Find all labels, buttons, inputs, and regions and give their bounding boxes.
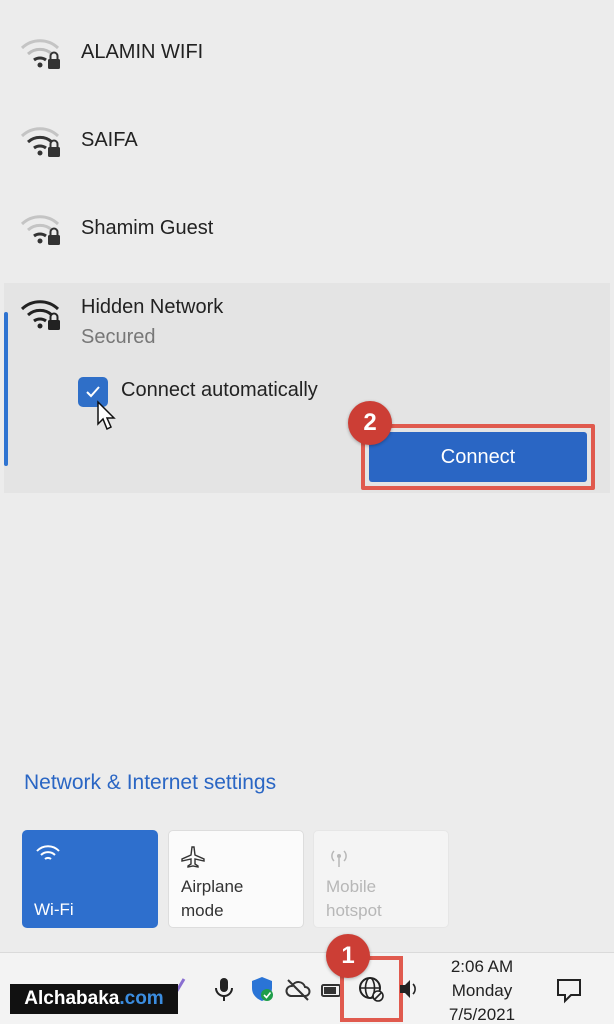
security-shield-icon[interactable] (248, 975, 276, 1003)
step-badge-1: 1 (326, 934, 370, 978)
mouse-cursor-icon (97, 400, 116, 431)
notification-center-icon[interactable] (554, 976, 584, 1004)
selection-indicator (4, 312, 8, 466)
brand-name: Alchabaka (24, 988, 120, 1009)
network-internet-settings-link[interactable]: Network & Internet settings (24, 771, 276, 795)
mobile-hotspot-tile: Mobile hotspot (313, 830, 449, 928)
hotspot-icon (331, 850, 347, 867)
airplane-mode-tile[interactable]: Airplane mode (168, 830, 304, 928)
wifi-lock-icon (20, 39, 60, 69)
network-name: ALAMIN WIFI (81, 40, 204, 63)
airplane-tile-label-line2: mode (181, 901, 224, 920)
airplane-tile-label-line1: Airplane (181, 877, 244, 896)
watermark-brand: Alchabaka .com (10, 984, 178, 1014)
clock-date: 7/5/2021 (448, 1005, 516, 1024)
hotspot-tile-label-line2: hotspot (326, 901, 382, 920)
globe-network-icon[interactable] (357, 975, 385, 1003)
wifi-lock-icon (20, 300, 60, 330)
wifi-lock-icon (20, 127, 60, 157)
clock-day: Monday (451, 981, 513, 1000)
connect-automatically-label[interactable]: Connect automatically (121, 379, 318, 402)
wifi-tile-label: Wi-Fi (34, 900, 74, 919)
step-badge-2: 2 (348, 401, 392, 445)
brand-tld: .com (119, 988, 164, 1009)
wifi-lock-icon (20, 215, 60, 245)
network-item-shamim-guest[interactable]: Shamim Guest (0, 192, 614, 264)
wifi-toggle-tile[interactable]: Wi-Fi (22, 830, 158, 928)
checkmark-icon (86, 386, 100, 398)
cloud-offline-icon[interactable] (284, 975, 312, 1003)
network-item-saifa[interactable]: SAIFA (0, 104, 614, 176)
airplane-icon (181, 846, 205, 868)
network-flyout: ALAMIN WIFI SAIFA Shamim Guest Hidden Ne… (0, 0, 614, 952)
network-name: Shamim Guest (81, 216, 214, 239)
hotspot-tile-label-line1: Mobile (326, 877, 377, 896)
speaker-icon[interactable] (397, 975, 419, 1003)
connect-button[interactable]: Connect (369, 432, 587, 482)
network-name: SAIFA (81, 128, 138, 151)
network-item-alamin-wifi[interactable]: ALAMIN WIFI (0, 16, 614, 88)
taskbar-clock[interactable]: 2:06 AM Monday 7/5/2021 (436, 955, 528, 1024)
hidden-network-status: Secured (81, 326, 156, 348)
clock-time: 2:06 AM (450, 957, 514, 976)
wifi-icon (36, 845, 60, 860)
microphone-icon[interactable] (210, 975, 238, 1003)
hidden-network-name: Hidden Network (81, 296, 224, 318)
